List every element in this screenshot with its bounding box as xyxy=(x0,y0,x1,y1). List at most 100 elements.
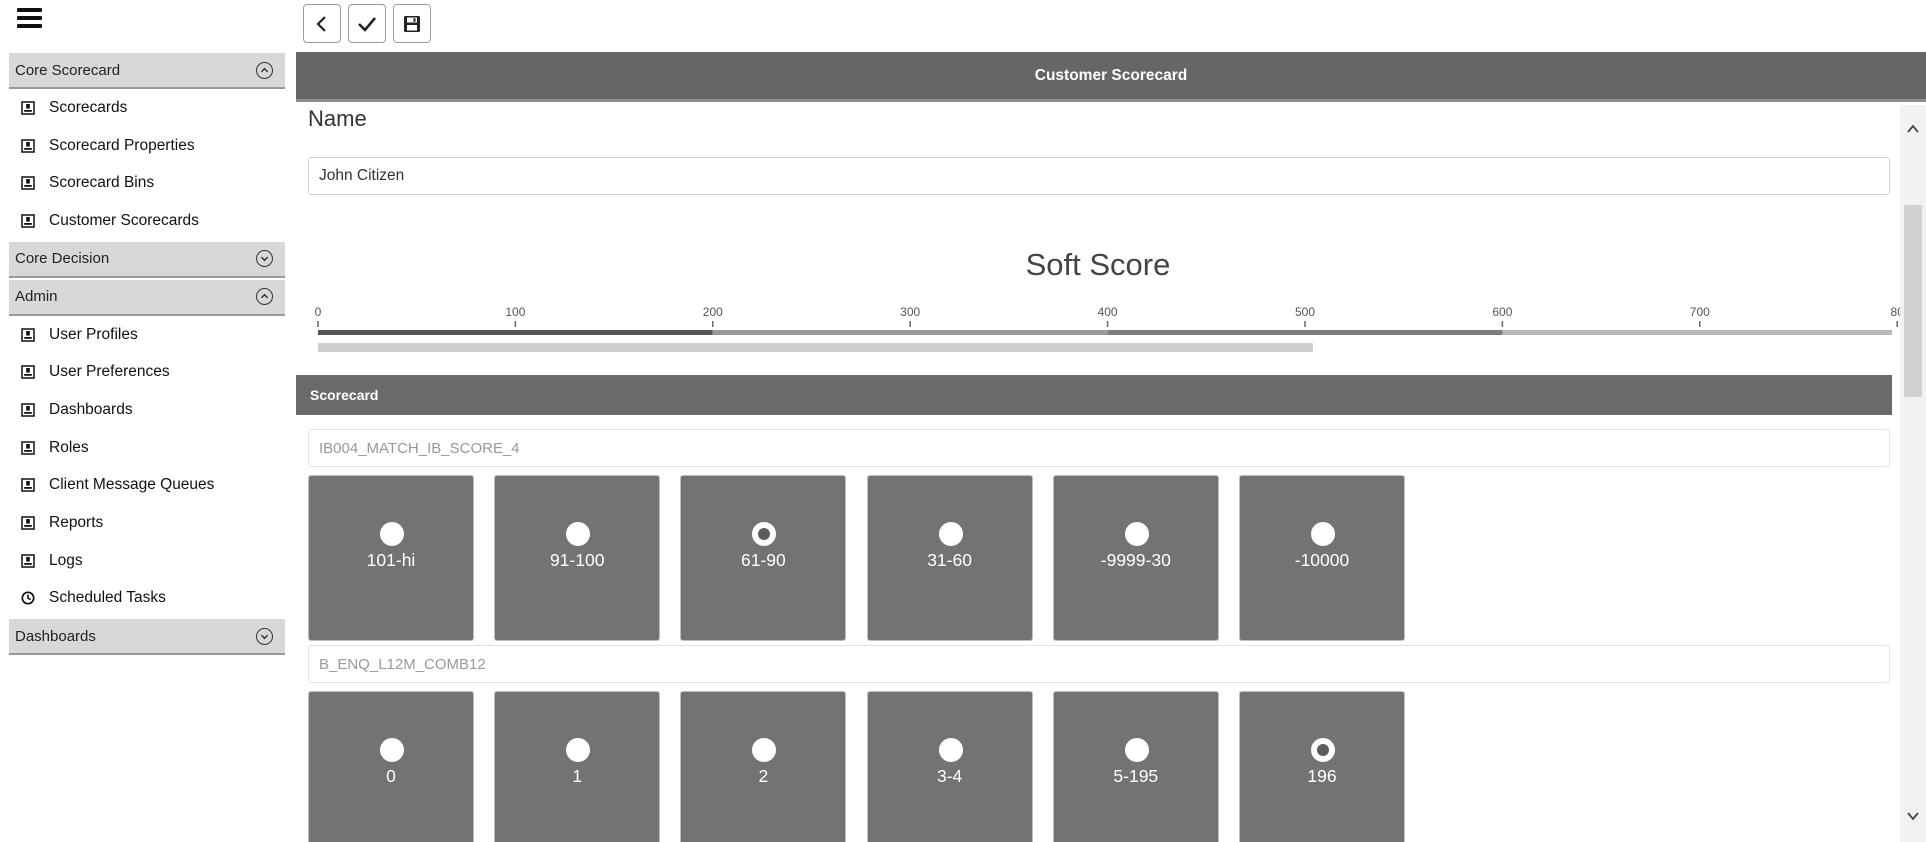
scorecard-option-tile[interactable]: 196 xyxy=(1239,691,1405,842)
sidebar-section-dashboards[interactable]: Dashboards xyxy=(9,619,285,656)
gauge-band xyxy=(1502,330,1892,335)
radio-unselected-icon[interactable] xyxy=(1124,522,1149,546)
scroll-down-icon[interactable] xyxy=(1905,808,1921,824)
scorecard-option-tile[interactable]: -10000 xyxy=(1239,475,1405,641)
sidebar-item-user-profiles[interactable]: User Profiles xyxy=(9,316,285,354)
sidebar-item-label: Dashboards xyxy=(49,400,133,418)
scorecard-option-tile[interactable]: 31-60 xyxy=(866,475,1033,641)
radio-unselected-icon[interactable] xyxy=(1311,522,1335,546)
vertical-scrollbar[interactable] xyxy=(1900,105,1926,842)
sidebar-item-label: Scorecard Bins xyxy=(49,174,155,192)
radio-unselected-icon[interactable] xyxy=(566,522,591,546)
sidebar: Core Scorecard Scorecards Scorecard Proper… xyxy=(0,0,292,842)
sidebar-section-title: Admin xyxy=(15,288,58,306)
sidebar-item-customer-scorecards[interactable]: Customer Scorecards xyxy=(9,202,285,240)
sidebar-item-scorecard-properties[interactable]: Scorecard Properties xyxy=(9,127,285,165)
sidebar-nav: Core Scorecard Scorecards Scorecard Proper… xyxy=(9,53,285,656)
document-icon xyxy=(20,138,35,153)
sidebar-item-user-preferences[interactable]: User Preferences xyxy=(9,353,285,391)
sidebar-item-logs[interactable]: Logs xyxy=(9,542,285,580)
sidebar-item-label: Roles xyxy=(49,438,89,456)
scorecard-option-label: 0 xyxy=(386,766,396,786)
scorecard-field-label: B_ENQ_L12M_COMB12 xyxy=(308,645,1890,683)
gauge-band xyxy=(712,330,1108,335)
scorecard-option-label: 2 xyxy=(758,766,769,786)
scroll-up-icon[interactable] xyxy=(1905,121,1921,137)
sidebar-item-label: User Preferences xyxy=(49,363,170,381)
sidebar-item-label: User Profiles xyxy=(49,325,138,343)
sidebar-section-title: Core Scorecard xyxy=(15,61,121,79)
sidebar-item-dashboards[interactable]: Dashboards xyxy=(9,391,285,429)
gauge-tick-label: 300 xyxy=(900,305,920,319)
scorecard-option-tile[interactable]: 0 xyxy=(308,691,474,842)
radio-selected-icon[interactable] xyxy=(1311,738,1335,762)
gauge-score-bar xyxy=(318,343,1313,352)
document-icon xyxy=(20,365,35,380)
document-icon xyxy=(20,516,35,531)
gauge-band xyxy=(318,330,713,335)
scorecard-field-label: IB004_MATCH_IB_SCORE_4 xyxy=(308,429,1890,467)
gauge-tick-label: 400 xyxy=(1098,305,1118,319)
chevron-down-icon[interactable] xyxy=(256,627,273,645)
save-button[interactable] xyxy=(393,4,431,43)
radio-selected-icon[interactable] xyxy=(752,522,777,546)
confirm-button[interactable] xyxy=(348,4,386,43)
document-icon xyxy=(20,176,35,191)
document-icon xyxy=(20,440,35,455)
radio-unselected-icon[interactable] xyxy=(380,522,404,546)
chevron-down-icon[interactable] xyxy=(256,250,273,268)
scorecard-option-label: 101-hi xyxy=(366,550,416,570)
sidebar-item-label: Logs xyxy=(49,551,83,569)
back-button[interactable] xyxy=(303,4,341,43)
gauge-tick-label: 0 xyxy=(315,305,322,319)
radio-unselected-icon[interactable] xyxy=(752,738,777,762)
scorecard-option-tile[interactable]: 5-195 xyxy=(1052,691,1219,842)
sidebar-item-scorecard-bins[interactable]: Scorecard Bins xyxy=(9,164,285,202)
scorecard-option-label: -9999-30 xyxy=(1100,550,1171,570)
clock-icon xyxy=(20,591,35,606)
sidebar-section-core-decision[interactable]: Core Decision xyxy=(9,241,285,278)
scorecard-option-tile[interactable]: 101-hi xyxy=(308,475,474,641)
scorecard-option-label: 91-100 xyxy=(549,550,605,570)
radio-unselected-icon[interactable] xyxy=(380,738,404,762)
scorecard-option-tile[interactable]: 1 xyxy=(494,691,661,842)
scorecard-option-tile[interactable]: 61-90 xyxy=(680,475,847,641)
sidebar-section-core-scorecard[interactable]: Core Scorecard xyxy=(9,53,285,89)
sidebar-item-reports[interactable]: Reports xyxy=(9,504,285,542)
document-icon xyxy=(20,213,35,228)
gauge-tick-label: 700 xyxy=(1690,305,1710,319)
sidebar-item-label: Scorecards xyxy=(49,98,128,116)
scorecard-option-tile[interactable]: -9999-30 xyxy=(1052,475,1219,641)
hamburger-menu-icon[interactable] xyxy=(17,8,42,30)
page-title-bar: Customer Scorecard xyxy=(296,52,1926,102)
sidebar-section-admin[interactable]: Admin xyxy=(9,279,285,316)
sidebar-section-title: Dashboards xyxy=(15,627,96,645)
scorecard-option-label: 3-4 xyxy=(936,766,963,786)
chevron-up-icon[interactable] xyxy=(256,288,273,306)
sidebar-item-label: Scorecard Properties xyxy=(49,136,195,154)
scorecard-option-tile[interactable]: 2 xyxy=(680,691,847,842)
radio-unselected-icon[interactable] xyxy=(1124,738,1149,762)
radio-unselected-icon[interactable] xyxy=(938,522,963,546)
scorecard-header: Scorecard xyxy=(296,375,1892,415)
gauge-tick-label: 500 xyxy=(1295,305,1315,319)
sidebar-item-client-message-queues[interactable]: Client Message Queues xyxy=(9,467,285,505)
scrollbar-thumb[interactable] xyxy=(1904,205,1922,397)
sidebar-item-label: Client Message Queues xyxy=(49,476,215,494)
radio-unselected-icon[interactable] xyxy=(938,738,963,762)
scorecard-option-tile[interactable]: 3-4 xyxy=(866,691,1033,842)
scorecard-option-label: 5-195 xyxy=(1113,766,1159,786)
radio-unselected-icon[interactable] xyxy=(566,738,591,762)
sidebar-item-scheduled-tasks[interactable]: Scheduled Tasks xyxy=(9,580,285,618)
document-icon xyxy=(20,327,35,342)
sidebar-item-scorecards[interactable]: Scorecards xyxy=(9,89,285,127)
scorecard-option-label: -10000 xyxy=(1294,550,1350,570)
gauge-tick-label: 100 xyxy=(505,305,525,319)
sidebar-item-label: Reports xyxy=(49,514,104,532)
chevron-up-icon[interactable] xyxy=(256,61,273,79)
scorecard-option-tile[interactable]: 91-100 xyxy=(494,475,661,641)
scorecard-option-label: 61-90 xyxy=(741,550,786,570)
sidebar-item-roles[interactable]: Roles xyxy=(9,429,285,467)
sidebar-section-title: Core Decision xyxy=(15,250,110,268)
sidebar-item-label: Scheduled Tasks xyxy=(49,589,166,607)
